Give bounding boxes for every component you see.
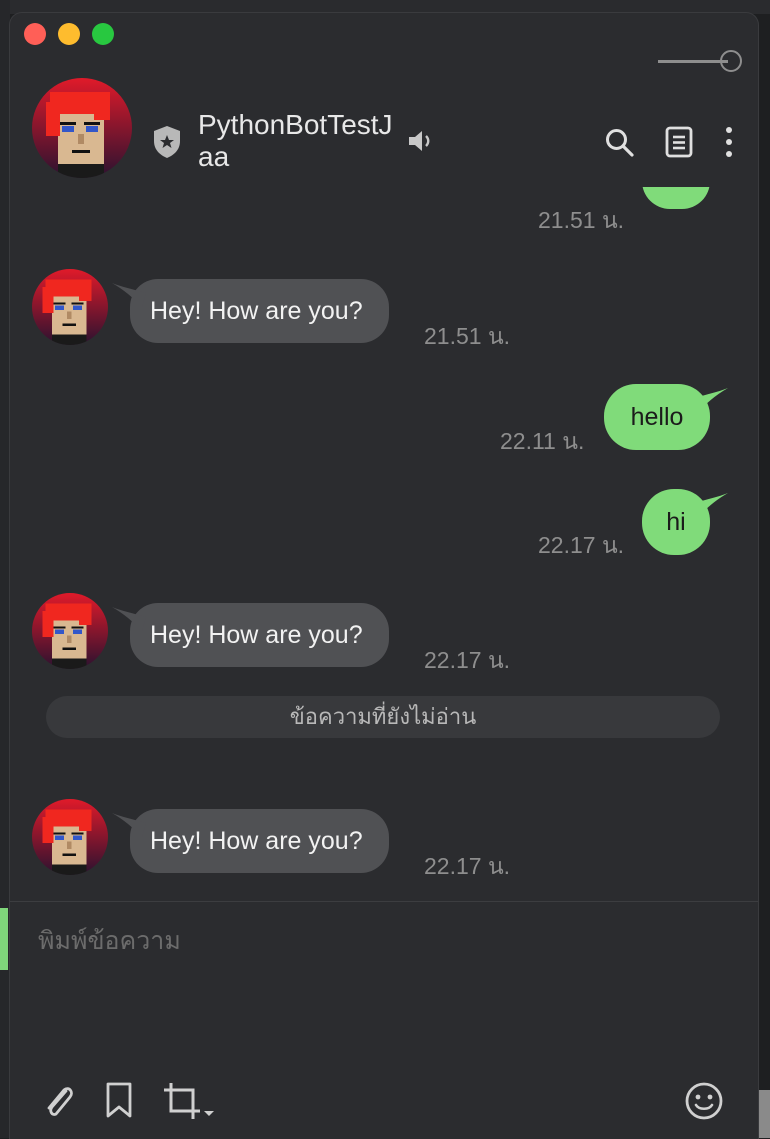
shield-icon <box>154 126 180 158</box>
contact-name[interactable]: PythonBotTestJaa <box>198 109 398 173</box>
bubble-tail <box>112 283 146 307</box>
message-text: hi <box>666 508 686 536</box>
incoming-message-bubble[interactable]: Hey! How are you? <box>112 809 389 873</box>
chat-header: PythonBotTestJaa <box>10 77 758 187</box>
message-text: Hey! How are you? <box>150 297 363 325</box>
bubble-tail <box>112 813 146 837</box>
pin-window-toggle[interactable] <box>658 50 742 72</box>
speaker-icon[interactable] <box>406 127 434 155</box>
message-time: 22.11 น. <box>500 428 585 454</box>
sender-avatar[interactable] <box>32 269 108 345</box>
pin-toggle-knob <box>720 50 742 72</box>
message-time: 22.17 น. <box>424 647 511 673</box>
minimize-window-button[interactable] <box>58 23 80 45</box>
outgoing-bubble-clipped[interactable] <box>642 187 710 209</box>
message-time: 22.17 น. <box>424 853 511 879</box>
chat-window: PythonBotTestJaa 21.51 น. Hey! How are y… <box>10 13 758 1139</box>
unread-messages-divider: ข้อความที่ยังไม่อ่าน <box>46 696 720 738</box>
window-controls <box>24 23 114 45</box>
zoom-window-button[interactable] <box>92 23 114 45</box>
message-list[interactable]: 21.51 น. Hey! How are you? 21.51 น. 22.1… <box>10 187 758 901</box>
paperclip-icon[interactable] <box>42 1081 78 1121</box>
bubble-tail <box>694 493 728 517</box>
message-text: Hey! How are you? <box>150 827 363 855</box>
sender-avatar[interactable] <box>32 593 108 669</box>
message-time: 21.51 น. <box>424 323 511 349</box>
outgoing-message-bubble[interactable]: hello <box>604 384 728 450</box>
sender-avatar[interactable] <box>32 799 108 875</box>
composer-divider <box>10 901 758 902</box>
bubble-tail <box>112 607 146 631</box>
close-window-button[interactable] <box>24 23 46 45</box>
pin-toggle-track <box>658 60 728 63</box>
message-time: 22.17 น. <box>538 532 625 558</box>
incoming-message-bubble[interactable]: Hey! How are you? <box>112 603 389 667</box>
message-input[interactable] <box>36 919 730 1073</box>
background-thumbnail <box>758 1090 770 1138</box>
incoming-message-bubble[interactable]: Hey! How are you? <box>112 279 389 343</box>
emoji-icon[interactable] <box>684 1081 724 1121</box>
contact-avatar[interactable] <box>32 78 132 178</box>
more-icon[interactable] <box>718 125 740 159</box>
notes-icon[interactable] <box>664 126 694 158</box>
search-icon[interactable] <box>604 127 634 157</box>
outgoing-message-bubble[interactable]: hi <box>642 489 728 555</box>
bubble-tail <box>694 388 728 412</box>
message-time: 21.51 น. <box>538 207 625 233</box>
message-text: hello <box>630 403 684 431</box>
message-text: Hey! How are you? <box>150 621 363 649</box>
bookmark-icon[interactable] <box>104 1081 134 1119</box>
background-window-fragment <box>0 908 8 970</box>
screenshot-crop-icon[interactable] <box>162 1081 218 1121</box>
desktop-background <box>0 0 770 14</box>
